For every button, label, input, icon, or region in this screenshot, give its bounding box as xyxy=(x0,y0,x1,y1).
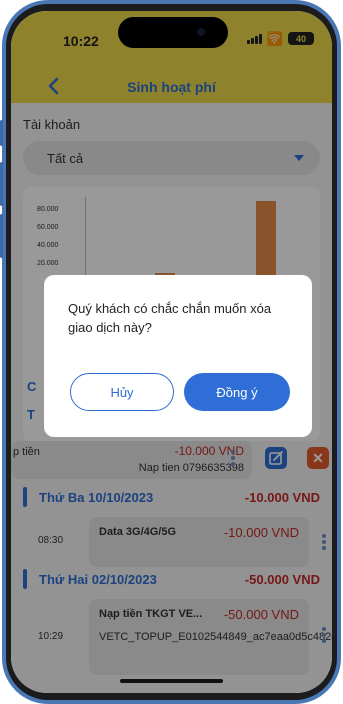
volume-up-button xyxy=(0,162,3,206)
confirm-delete-dialog: Quý khách có chắc chắn muốn xóa giao dịc… xyxy=(44,275,312,437)
confirm-button[interactable]: Đồng ý xyxy=(184,373,290,411)
home-indicator[interactable] xyxy=(120,679,223,683)
volume-down-button xyxy=(0,214,3,258)
mute-switch xyxy=(0,120,3,146)
app-screen: 10:22 🛜 40 Sinh hoạt phí Tài khoản Tất c… xyxy=(11,11,332,693)
dialog-message: Quý khách có chắc chắn muốn xóa giao dịc… xyxy=(68,301,272,335)
cancel-button[interactable]: Hủy xyxy=(70,373,174,411)
